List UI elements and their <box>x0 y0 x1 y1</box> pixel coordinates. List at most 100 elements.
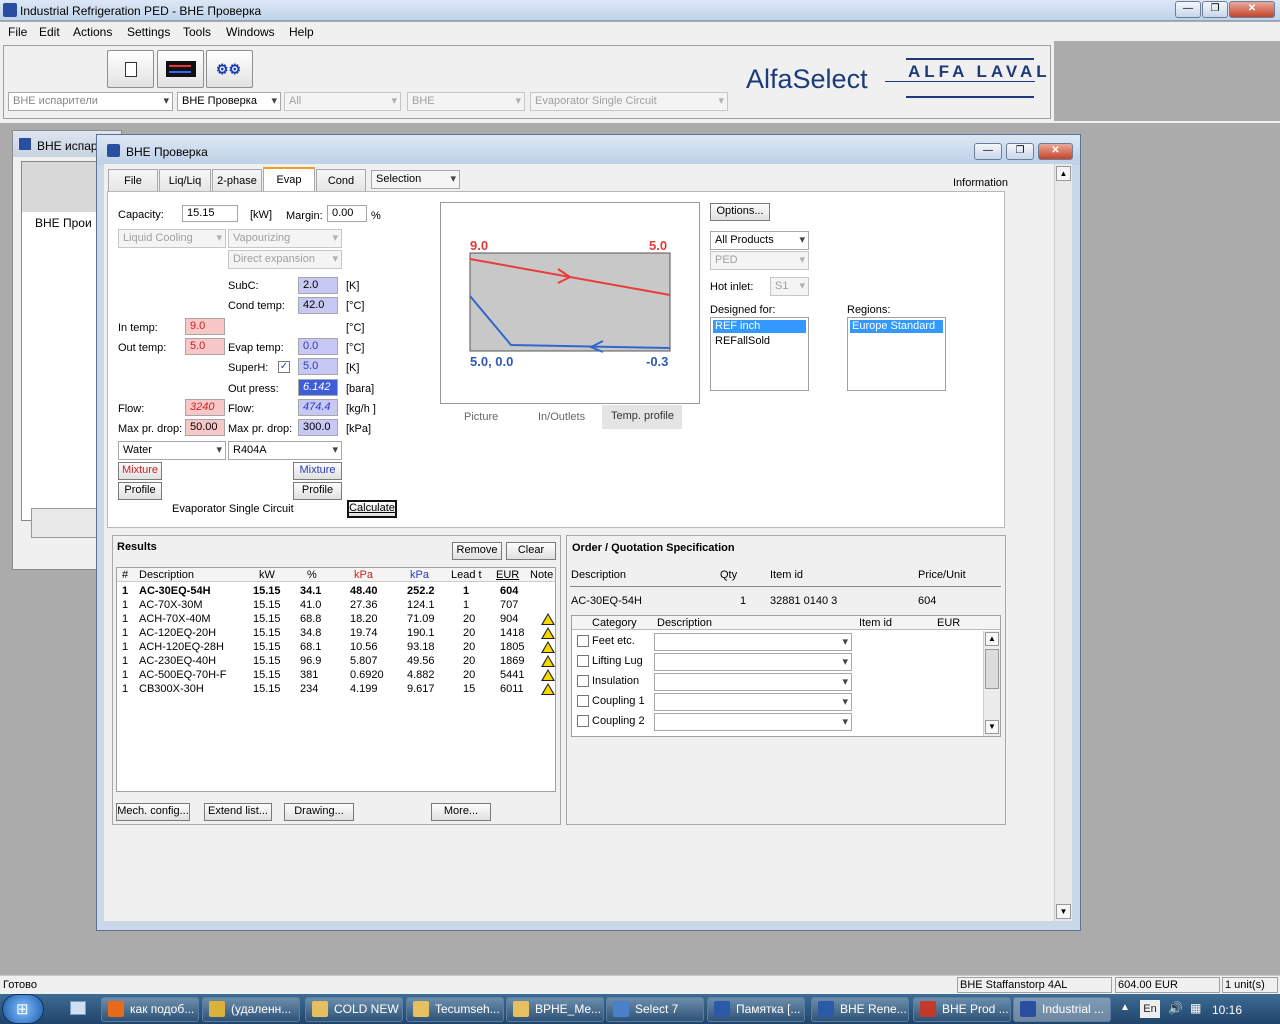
child-window-titlebar[interactable]: BHE Проверка — ❐ ✕ <box>97 135 1080 165</box>
extend-list-button[interactable]: Extend list... <box>204 803 272 821</box>
hot-profile-button[interactable]: Profile <box>118 482 162 500</box>
menu-tools[interactable]: Tools <box>183 25 211 39</box>
calculate-button[interactable]: Calculate <box>347 500 397 518</box>
mech-config-button[interactable]: Mech. config... <box>116 803 190 821</box>
filter-all-combo[interactable]: All <box>284 92 401 111</box>
ped-combo[interactable]: PED <box>710 251 809 270</box>
subc-input[interactable]: 2.0 <box>298 277 338 294</box>
accessory-checkbox[interactable] <box>577 715 589 727</box>
cold-mode-combo[interactable]: Vapourizing <box>228 229 342 248</box>
accessory-checkbox[interactable] <box>577 655 589 667</box>
tab-in-outlets[interactable]: In/Outlets <box>538 411 585 423</box>
remove-button[interactable]: Remove <box>452 542 502 560</box>
clear-button[interactable]: Clear <box>506 542 556 560</box>
hot-mode-combo[interactable]: Liquid Cooling <box>118 229 226 248</box>
minimize-button[interactable]: — <box>1175 1 1201 18</box>
flow-direction-button[interactable] <box>157 50 204 88</box>
taskbar-item[interactable]: (удаленн... <box>202 997 300 1022</box>
maxpd-cold-input[interactable]: 300.0 <box>298 419 338 436</box>
selection-combo[interactable]: Selection <box>371 170 460 189</box>
product-group-combo[interactable]: BHE испарители <box>8 92 173 111</box>
start-button[interactable]: ⊞ <box>2 994 44 1024</box>
tab-picture[interactable]: Picture <box>464 411 498 423</box>
flow-cold-input[interactable]: 474.4 <box>298 399 338 416</box>
network-icon[interactable]: ▦ <box>1190 1001 1201 1015</box>
taskbar-item[interactable]: Памятка [... <box>707 997 805 1022</box>
taskbar-item[interactable]: Tecumseh... <box>406 997 504 1022</box>
taskbar-item[interactable]: BHE Prod ... <box>913 997 1011 1022</box>
volume-icon[interactable]: 🔊 <box>1168 1001 1183 1015</box>
circuit-combo[interactable]: Evaporator Single Circuit <box>530 92 728 111</box>
in-temp-input[interactable]: 9.0 <box>185 318 225 335</box>
check-mode-combo[interactable]: BHE Проверка <box>177 92 281 111</box>
out-temp-input[interactable]: 5.0 <box>185 338 225 355</box>
superh-input[interactable]: 5.0 <box>298 358 338 375</box>
new-document-button[interactable] <box>107 50 154 88</box>
child-restore-button[interactable]: ❐ <box>1006 143 1034 160</box>
taskbar-item[interactable]: Select 7 <box>606 997 704 1022</box>
child-minimize-button[interactable]: — <box>974 143 1002 160</box>
child-close-button[interactable]: ✕ <box>1038 143 1073 160</box>
tab-temp-profile[interactable]: Temp. profile <box>602 405 682 429</box>
scroll-down-icon[interactable]: ▼ <box>1056 904 1071 919</box>
more-button[interactable]: More... <box>431 803 491 821</box>
cond-temp-input[interactable]: 42.0 <box>298 297 338 314</box>
out-press-input[interactable]: 6.142 <box>298 379 338 396</box>
tab-liq-liq[interactable]: Liq/Liq <box>159 169 211 192</box>
products-combo[interactable]: All Products <box>710 231 809 250</box>
menu-settings[interactable]: Settings <box>127 25 170 39</box>
cold-mode2-combo[interactable]: Direct expansion <box>228 250 342 269</box>
maxpd-hot-input[interactable]: 50.00 <box>185 419 225 436</box>
options-button[interactable]: Options... <box>710 203 770 221</box>
designed-for-item-refallsold[interactable]: REFallSold <box>715 335 770 347</box>
close-button[interactable]: ✕ <box>1229 1 1275 18</box>
flow-hot-input[interactable]: 3240 <box>185 399 225 416</box>
drawing-button[interactable]: Drawing... <box>284 803 354 821</box>
restore-button[interactable]: ❐ <box>1202 1 1228 18</box>
acc-scroll-down-icon[interactable]: ▼ <box>985 720 999 734</box>
accessory-description-combo[interactable] <box>654 713 852 731</box>
tray-arrow-icon[interactable]: ▲ <box>1120 1002 1130 1013</box>
child-scrollbar[interactable]: ▲ ▼ <box>1054 164 1072 921</box>
accessory-description-combo[interactable] <box>654 693 852 711</box>
language-indicator[interactable]: En <box>1140 1000 1160 1018</box>
taskbar-item[interactable]: COLD NEW <box>305 997 403 1022</box>
menu-windows[interactable]: Windows <box>226 25 275 39</box>
tab-2-phase[interactable]: 2-phase <box>212 169 262 192</box>
taskbar-item[interactable]: как подоб... <box>101 997 199 1022</box>
menu-edit[interactable]: Edit <box>39 25 60 39</box>
hot-inlet-combo[interactable]: S1 <box>770 277 809 296</box>
accessories-scrollbar[interactable]: ▲ ▼ <box>983 631 1000 736</box>
accessory-description-combo[interactable] <box>654 633 852 651</box>
menu-help[interactable]: Help <box>289 25 314 39</box>
menu-actions[interactable]: Actions <box>73 25 112 39</box>
type-combo[interactable]: BHE <box>407 92 525 111</box>
cold-fluid-combo[interactable]: R404A <box>228 441 342 460</box>
tab-evap[interactable]: Evap <box>263 167 315 193</box>
tab-cond[interactable]: Cond <box>316 169 366 192</box>
show-desktop-icon[interactable] <box>70 1001 86 1015</box>
margin-input[interactable]: 0.00 <box>327 205 367 222</box>
hot-mixture-button[interactable]: Mixture <box>118 462 162 480</box>
taskbar-item[interactable]: BHE Rene... <box>811 997 909 1022</box>
acc-scroll-up-icon[interactable]: ▲ <box>985 632 999 646</box>
hot-fluid-combo[interactable]: Water <box>118 441 226 460</box>
scroll-up-icon[interactable]: ▲ <box>1056 166 1071 181</box>
tab-file[interactable]: File <box>108 169 158 192</box>
regions-item-europe[interactable]: Europe Standard <box>850 320 943 333</box>
superh-checkbox[interactable]: ✓ <box>278 361 290 373</box>
menu-file[interactable]: File <box>8 25 27 39</box>
cold-mixture-button[interactable]: Mixture <box>293 462 342 480</box>
accessory-description-combo[interactable] <box>654 653 852 671</box>
order-row-description[interactable]: AC-30EQ-54H <box>571 595 642 607</box>
evap-temp-input[interactable]: 0.0 <box>298 338 338 355</box>
app-titlebar[interactable]: Industrial Refrigeration PED - BHE Прове… <box>0 0 1280 21</box>
designed-for-item-ref-inch[interactable]: REF inch <box>713 320 806 333</box>
accessory-description-combo[interactable] <box>654 673 852 691</box>
accessory-checkbox[interactable] <box>577 635 589 647</box>
accessory-checkbox[interactable] <box>577 675 589 687</box>
capacity-input[interactable]: 15.15 <box>182 205 238 222</box>
calculator-button[interactable]: ⚙⚙ <box>206 50 253 88</box>
cold-profile-button[interactable]: Profile <box>293 482 342 500</box>
taskbar-item[interactable]: BPHE_Me... <box>506 997 604 1022</box>
